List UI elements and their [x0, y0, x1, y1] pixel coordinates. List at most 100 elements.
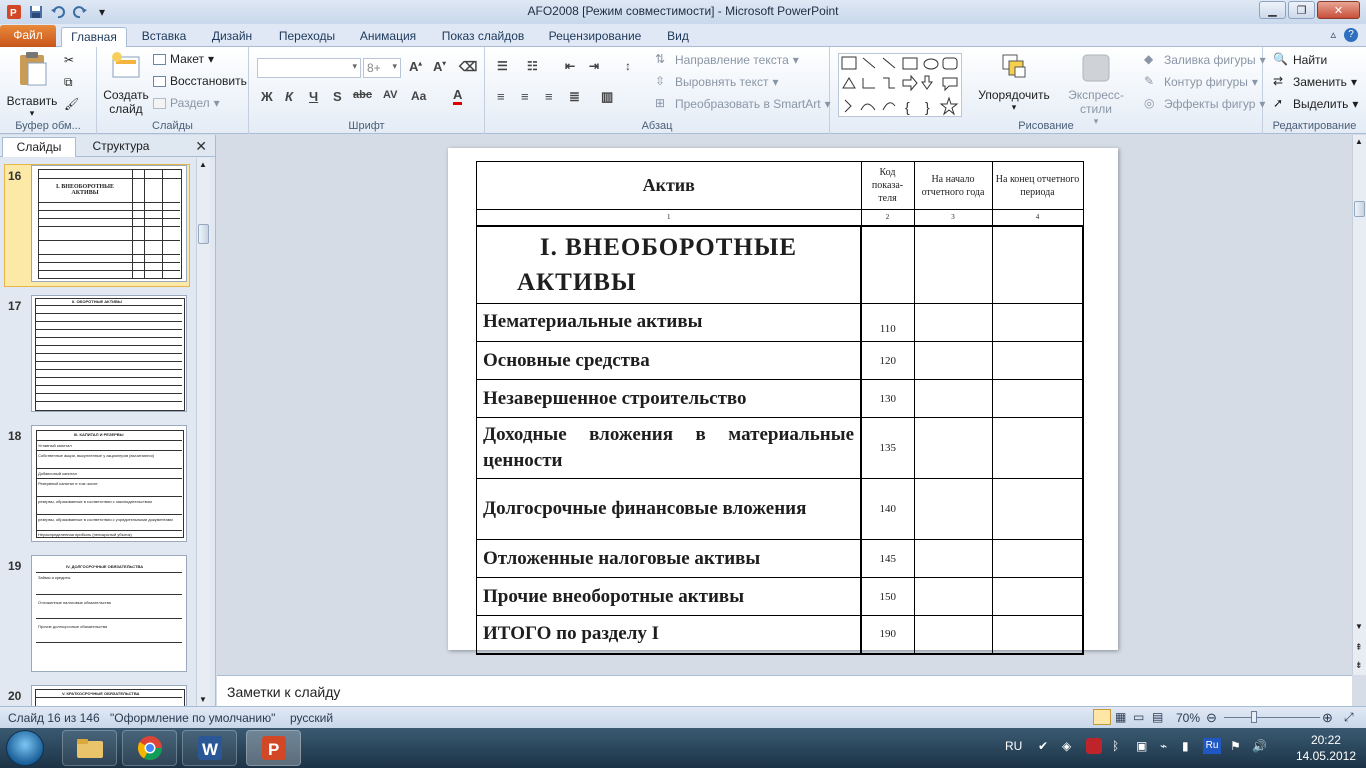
minimize-ribbon-icon[interactable]: ▵ — [1330, 28, 1336, 42]
tab-slideshow[interactable]: Показ слайдов — [436, 27, 530, 47]
bluetooth-icon[interactable]: ᛒ — [1112, 739, 1119, 753]
align-center-button[interactable]: ≡ — [521, 89, 529, 104]
slide-thumb-19[interactable]: IV. ДОЛГОСРОЧНЫЕ ОБЯЗАТЕЛЬСТВА Займы и к… — [31, 555, 187, 672]
convert-smartart-button[interactable]: ⊞ Преобразовать в SmartArt ▾ — [655, 96, 831, 112]
underline-button[interactable]: Ч — [309, 89, 318, 104]
normal-view-button[interactable] — [1093, 709, 1111, 725]
next-slide-icon[interactable]: ⇟ — [1355, 660, 1363, 671]
scroll-down-icon[interactable]: ▼ — [1355, 622, 1363, 631]
text-direction-button[interactable]: ⇅ Направление текста ▾ — [655, 52, 799, 68]
undo-icon[interactable] — [50, 4, 66, 20]
line-spacing-button[interactable]: ↕ — [625, 59, 631, 73]
bold-button[interactable]: Ж — [261, 89, 273, 104]
tab-transitions[interactable]: Переходы — [272, 27, 342, 47]
reset-button[interactable]: Восстановить — [153, 74, 247, 88]
tab-slides[interactable]: Слайды — [2, 137, 76, 157]
align-right-button[interactable]: ≡ — [545, 89, 553, 104]
change-case-button[interactable]: Aa — [411, 89, 426, 103]
theme-name[interactable]: "Оформление по умолчанию" — [110, 711, 275, 725]
save-icon[interactable] — [28, 4, 44, 20]
scroll-up-icon[interactable]: ▲ — [199, 160, 207, 169]
slide-scrollbar[interactable]: ▲ ▼ ⇞ ⇟ — [1352, 135, 1366, 675]
language-bar[interactable]: RU — [1005, 739, 1022, 753]
taskbar-chrome[interactable] — [122, 730, 177, 766]
justify-button[interactable]: ≣ — [569, 89, 580, 105]
align-text-button[interactable]: ⇳ Выровнять текст ▾ — [655, 74, 779, 90]
shadow-button[interactable]: S — [333, 89, 342, 104]
help-icon[interactable]: ? — [1344, 28, 1358, 42]
section-title[interactable]: I. ВНЕОБОРОТНЫЕ АКТИВЫ — [476, 225, 862, 304]
strikethrough-button[interactable]: abc — [353, 89, 372, 101]
signal-icon[interactable]: ▮ — [1182, 739, 1189, 753]
copy-button[interactable]: ⧉ — [64, 75, 80, 91]
tab-animations[interactable]: Анимация — [352, 27, 424, 47]
fit-to-window-icon[interactable]: ⤢ — [1344, 710, 1354, 725]
zoom-slider-thumb[interactable] — [1251, 711, 1257, 723]
tab-outline[interactable]: Структура — [82, 137, 160, 157]
font-name-combo[interactable]: ▾ — [257, 58, 361, 78]
scroll-down-icon[interactable]: ▼ — [199, 695, 207, 704]
close-button[interactable]: ✕ — [1317, 1, 1360, 19]
tab-home[interactable]: Главная — [61, 27, 127, 47]
shape-outline-button[interactable]: ✎ Контур фигуры ▾ — [1144, 74, 1258, 90]
zoom-slider[interactable] — [1224, 717, 1320, 718]
replace-button[interactable]: ⇄ Заменить ▾ — [1273, 74, 1357, 90]
slide-sorter-button[interactable]: ▦ — [1115, 710, 1126, 724]
tray-usb-icon[interactable]: ⌁ — [1160, 739, 1167, 753]
shapes-gallery[interactable]: { } — [838, 53, 962, 117]
char-spacing-button[interactable]: AV — [383, 89, 397, 101]
tray-network-icon[interactable]: ✔ — [1038, 739, 1048, 753]
slides-panel-scrollbar[interactable]: ▲ ▼ — [196, 158, 210, 706]
zoom-out-icon[interactable]: ⊖ — [1206, 710, 1217, 726]
header-end[interactable]: На конец отчетного периода — [991, 161, 1084, 210]
taskbar-powerpoint[interactable]: P — [246, 730, 301, 766]
shape-effects-button[interactable]: ◎ Эффекты фигур ▾ — [1144, 96, 1265, 112]
layout-button[interactable]: Макет ▾ — [153, 52, 214, 66]
cut-button[interactable]: ✂ — [64, 53, 80, 69]
select-button[interactable]: ➚ Выделить ▾ — [1273, 96, 1358, 112]
language-indicator[interactable]: русский — [290, 711, 333, 725]
slide[interactable]: Актив Код показа-теля На начало отчетног… — [448, 148, 1118, 654]
start-button[interactable] — [6, 730, 44, 766]
numbering-button[interactable]: ☷ — [527, 59, 538, 73]
restore-button[interactable]: ❐ — [1288, 1, 1315, 19]
slide-thumb-16[interactable]: I. ВНЕОБОРОТНЫЕ АКТИВЫ — [31, 165, 187, 282]
customize-qat-icon[interactable]: ▾ — [94, 4, 110, 20]
tab-insert[interactable]: Вставка — [134, 27, 194, 47]
italic-button[interactable]: К — [285, 89, 293, 104]
clock[interactable]: 20:22 14.05.2012 — [1296, 732, 1356, 764]
taskbar-word[interactable]: W — [182, 730, 237, 766]
slideshow-button[interactable]: ▤ — [1152, 710, 1163, 724]
font-color-button[interactable]: A — [453, 87, 463, 105]
tray-acrobat-icon[interactable] — [1086, 738, 1102, 754]
bullets-button[interactable]: ☰ — [497, 59, 508, 73]
align-left-button[interactable]: ≡ — [497, 89, 505, 104]
tray-keyboard-icon[interactable]: Ru — [1203, 738, 1221, 754]
slides-panel-scroll-thumb[interactable] — [198, 224, 209, 244]
slide-thumb-20[interactable]: V. КРАТКОСРОЧНЫЕ ОБЯЗАТЕЛЬСТВА — [31, 685, 187, 706]
zoom-in-icon[interactable]: ⊕ — [1322, 710, 1333, 726]
header-begin[interactable]: На начало отчетного года — [913, 161, 993, 210]
close-panel-icon[interactable]: ✕ — [195, 138, 207, 155]
header-code[interactable]: Код показа-теля — [860, 161, 915, 210]
increase-indent-button[interactable]: ⇥ — [589, 59, 599, 73]
zoom-level[interactable]: 70% — [1176, 711, 1200, 725]
previous-slide-icon[interactable]: ⇞ — [1355, 642, 1363, 653]
shape-fill-button[interactable]: ◆ Заливка фигуры ▾ — [1144, 52, 1266, 68]
slide-thumb-18[interactable]: III. КАПИТАЛ И РЕЗЕРВЫ Уставный капитал … — [31, 425, 187, 542]
tab-view[interactable]: Вид — [660, 27, 696, 47]
tab-review[interactable]: Рецензирование — [542, 27, 648, 47]
clear-formatting-icon[interactable]: ⌫ — [459, 59, 477, 75]
slide-thumb-17[interactable]: II. ОБОРОТНЫЕ АКТИВЫ — [31, 295, 187, 412]
slide-scroll-thumb[interactable] — [1354, 201, 1365, 217]
tab-file[interactable]: Файл — [0, 25, 56, 47]
new-slide-button[interactable]: Создать слайд — [101, 51, 151, 116]
shrink-font-button[interactable]: A▾ — [433, 59, 446, 74]
taskbar-explorer[interactable] — [62, 730, 117, 766]
minimize-button[interactable]: ▁ — [1259, 1, 1286, 19]
tray-app-icon[interactable]: ◈ — [1062, 739, 1071, 753]
find-button[interactable]: 🔍 Найти — [1273, 52, 1327, 68]
powerpoint-app-icon[interactable]: P — [6, 4, 22, 20]
grow-font-button[interactable]: A▴ — [409, 59, 422, 74]
notes-pane[interactable]: Заметки к слайду — [217, 675, 1352, 706]
